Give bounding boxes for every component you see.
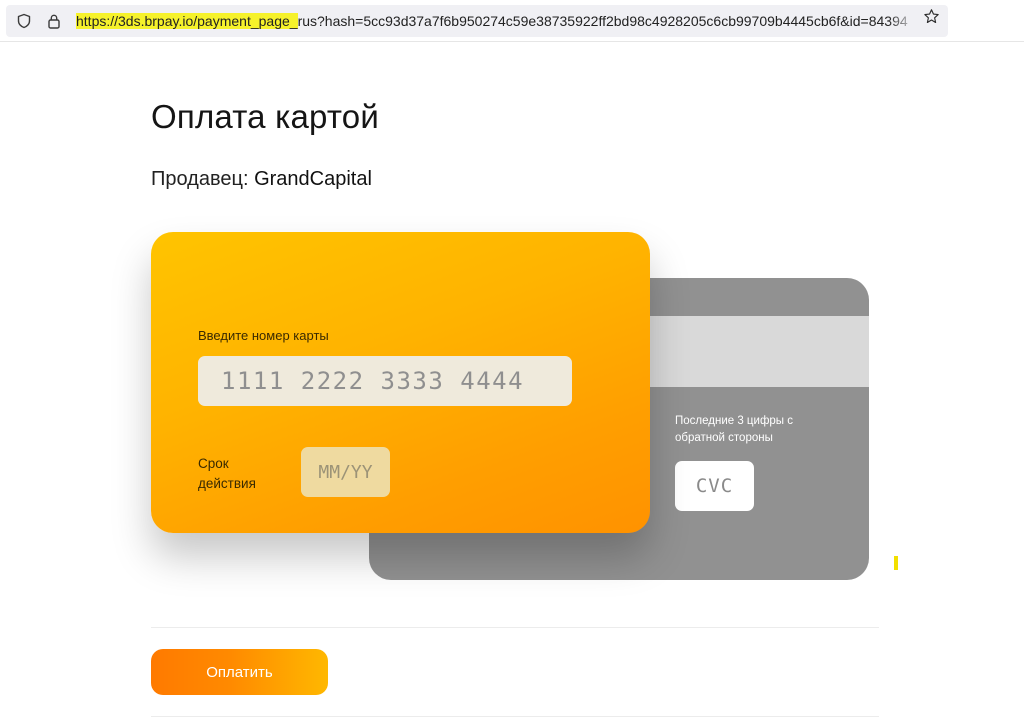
card-number-input[interactable] xyxy=(198,356,572,406)
url-fade xyxy=(888,9,918,33)
page-title: Оплата картой xyxy=(151,98,379,135)
lock-icon[interactable] xyxy=(46,13,62,29)
divider-bottom xyxy=(151,716,879,717)
url-highlighted-part: https://3ds.brpay.io/payment_page_ xyxy=(76,13,298,29)
card-number-label: Введите номер карты xyxy=(198,328,329,343)
seller-name: GrandCapital xyxy=(254,168,372,190)
seller-line: Продавец: GrandCapital xyxy=(151,168,372,191)
seller-label: Продавец: xyxy=(151,168,249,190)
browser-address-bar: https://3ds.brpay.io/payment_page_rus?ha… xyxy=(0,0,1024,42)
shield-icon[interactable] xyxy=(16,13,32,29)
url-text[interactable]: https://3ds.brpay.io/payment_page_rus?ha… xyxy=(76,13,924,31)
card-front: Введите номер карты Срок действия xyxy=(151,232,650,533)
cvc-input[interactable] xyxy=(675,461,754,511)
bookmark-star-icon[interactable] xyxy=(923,8,940,25)
pay-button[interactable]: Оплатить xyxy=(151,649,328,695)
expiry-input[interactable] xyxy=(301,447,390,497)
cvc-label: Последние 3 цифры с обратной стороны xyxy=(675,415,794,444)
text-cursor-marker xyxy=(894,556,898,570)
url-field[interactable]: https://3ds.brpay.io/payment_page_rus?ha… xyxy=(6,5,948,37)
divider-top xyxy=(151,627,879,628)
expiry-label: Срок действия xyxy=(198,456,256,491)
url-rest-part: rus?hash=5cc93d37a7f6b950274c59e38735922… xyxy=(297,13,908,29)
